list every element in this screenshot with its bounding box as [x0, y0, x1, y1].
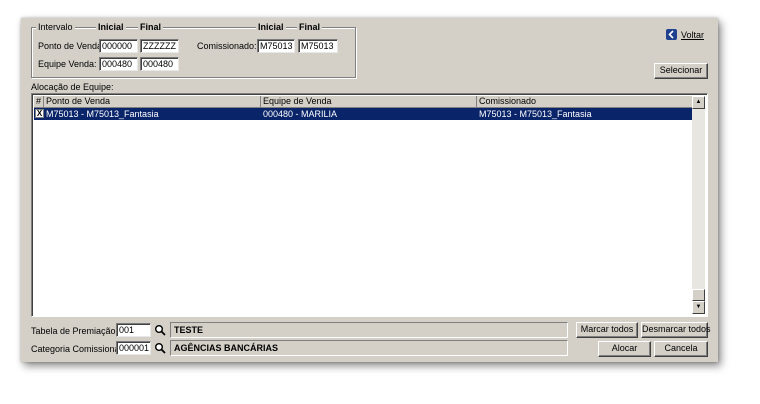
tabela-premiacao-label: Tabela de Premiação:: [31, 326, 119, 336]
comissionado-final-input[interactable]: M75013: [298, 39, 338, 53]
cell-comissionado: M75013 - M75013_Fantasia: [479, 109, 592, 119]
equipe-venda-label: Equipe Venda:: [38, 59, 97, 69]
comissionado-final-header: Final: [297, 22, 323, 33]
intervalo-groupbox: Intervalo Inicial Final Inicial Final Po…: [31, 22, 356, 78]
intervalo-title: Intervalo: [36, 22, 75, 33]
cell-equipe-venda: 000480 - MARILIA: [263, 109, 338, 119]
alocacao-title: Alocação de Equipe:: [31, 82, 114, 92]
initial-header: Inicial: [96, 22, 126, 33]
checkbox-checked-icon[interactable]: X: [35, 109, 44, 118]
desmarcar-todos-button[interactable]: Desmarcar todos: [641, 322, 711, 338]
scroll-down-icon[interactable]: ▼: [692, 301, 705, 314]
voltar-label: Voltar: [681, 30, 705, 40]
categoria-comissionado-description: AGÊNCIAS BANCÁRIAS: [170, 340, 568, 356]
vertical-scrollbar[interactable]: ▲ ▼: [692, 96, 705, 314]
search-icon[interactable]: [154, 342, 166, 354]
cell-ponto-venda: M75013 - M75013_Fantasia: [46, 109, 159, 119]
column-header-comissionado[interactable]: Comissionado: [477, 96, 695, 108]
cancela-button[interactable]: Cancela: [654, 341, 708, 357]
scroll-up-icon[interactable]: ▲: [692, 96, 705, 109]
alocacao-grid[interactable]: # Ponto de Venda Equipe de Venda Comissi…: [31, 93, 708, 317]
column-header-check[interactable]: #: [34, 96, 44, 108]
marcar-todos-button[interactable]: Marcar todos: [576, 322, 638, 338]
tabela-premiacao-input[interactable]: 001: [116, 323, 151, 337]
comissionado-initial-header: Inicial: [256, 22, 286, 33]
equipe-venda-initial-input[interactable]: 000480: [99, 57, 138, 71]
selecionar-button[interactable]: Selecionar: [654, 63, 708, 79]
alocar-button[interactable]: Alocar: [598, 341, 651, 357]
scroll-thumb[interactable]: [692, 289, 705, 301]
tabela-premiacao-description: TESTE: [170, 322, 568, 338]
column-header-equipe-venda[interactable]: Equipe de Venda: [261, 96, 477, 108]
dialog-window: Intervalo Inicial Final Inicial Final Po…: [21, 18, 718, 362]
search-icon[interactable]: [154, 324, 166, 336]
ponto-venda-initial-input[interactable]: 000000: [99, 39, 138, 53]
table-row[interactable]: X M75013 - M75013_Fantasia 000480 - MARI…: [34, 108, 695, 120]
comissionado-label: Comissionado:: [197, 41, 257, 51]
ponto-venda-label: Ponto de Venda:: [38, 41, 105, 51]
equipe-venda-final-input[interactable]: 000480: [140, 57, 179, 71]
categoria-comissionado-input[interactable]: 000001: [116, 341, 151, 355]
comissionado-initial-input[interactable]: M75013: [257, 39, 295, 53]
column-header-ponto-venda[interactable]: Ponto de Venda: [44, 96, 261, 108]
voltar-arrow-icon: [666, 29, 677, 40]
ponto-venda-final-input[interactable]: ZZZZZZ: [140, 39, 179, 53]
final-header: Final: [138, 22, 164, 33]
